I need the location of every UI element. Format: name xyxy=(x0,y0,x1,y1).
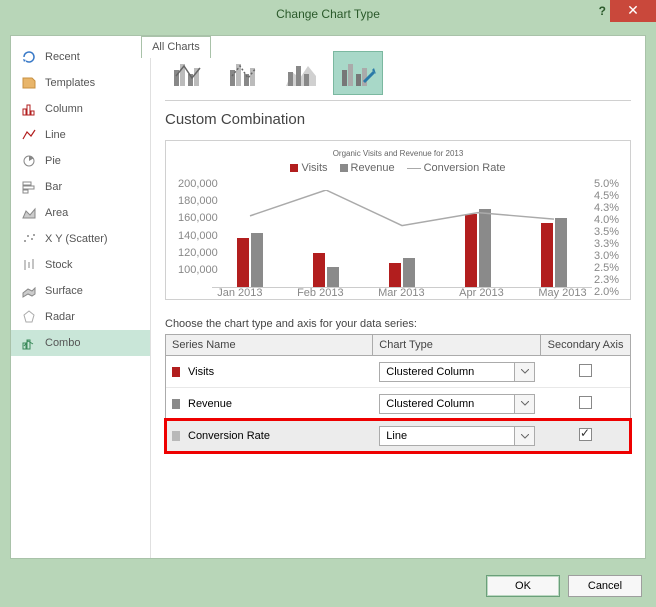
series-swatch xyxy=(172,367,180,377)
main-panel: Custom Combination Organic Visits and Re… xyxy=(151,36,645,558)
radar-icon xyxy=(21,309,37,325)
cancel-button[interactable]: Cancel xyxy=(568,575,642,597)
secondary-axis-checkbox[interactable] xyxy=(579,364,592,377)
series-name-label: Visits xyxy=(188,366,214,378)
sidebar-item-xy[interactable]: X Y (Scatter) xyxy=(11,226,150,252)
area-icon xyxy=(21,205,37,221)
plot-area xyxy=(212,190,592,288)
sidebar-item-stock[interactable]: Stock xyxy=(11,252,150,278)
sidebar-item-combo[interactable]: Combo xyxy=(11,330,150,356)
col-secondary-axis: Secondary Axis xyxy=(541,335,630,355)
series-row-0: Visits Clustered Column xyxy=(166,356,630,388)
series-row-1: Revenue Clustered Column xyxy=(166,388,630,420)
chart-type-dropdown[interactable]: Line xyxy=(379,426,535,446)
subtype-heading: Custom Combination xyxy=(165,111,631,128)
dialog-footer: OK Cancel xyxy=(486,575,642,597)
chevron-down-icon xyxy=(514,363,534,381)
col-series-name: Series Name xyxy=(166,335,373,355)
secondary-axis-checkbox[interactable] xyxy=(579,396,592,409)
bar-icon xyxy=(21,179,37,195)
combo-subtype-custom[interactable] xyxy=(333,51,383,95)
sidebar-item-area[interactable]: Area xyxy=(11,200,150,226)
sidebar-item-line[interactable]: Line xyxy=(11,122,150,148)
preview-legend: Visits Revenue Conversion Rate xyxy=(178,162,618,174)
sidebar-item-pie[interactable]: Pie xyxy=(11,148,150,174)
chevron-down-icon xyxy=(514,427,534,445)
pie-icon xyxy=(21,153,37,169)
preview-title: Organic Visits and Revenue for 2013 xyxy=(178,149,618,158)
series-row-2: Conversion Rate Line xyxy=(166,420,630,452)
series-table: Series Name Chart Type Secondary Axis Vi… xyxy=(165,334,631,453)
templates-icon xyxy=(21,75,37,91)
window-title: Change Chart Type xyxy=(0,7,656,21)
line-icon xyxy=(21,127,37,143)
series-instruction: Choose the chart type and axis for your … xyxy=(165,318,631,330)
stock-icon xyxy=(21,257,37,273)
chart-preview: Organic Visits and Revenue for 2013 Visi… xyxy=(165,140,631,300)
surface-icon xyxy=(21,283,37,299)
sidebar-item-recent[interactable]: Recent xyxy=(11,44,150,70)
subtype-thumbnails xyxy=(165,46,631,101)
secondary-axis-checkbox[interactable] xyxy=(579,428,592,441)
dialog-body: RecentTemplatesColumnLinePieBarAreaX Y (… xyxy=(10,35,646,559)
sidebar-item-templates[interactable]: Templates xyxy=(11,70,150,96)
column-icon xyxy=(21,101,37,117)
xy-icon xyxy=(21,231,37,247)
combo-subtype-2[interactable] xyxy=(221,51,271,95)
chart-category-sidebar: RecentTemplatesColumnLinePieBarAreaX Y (… xyxy=(11,36,151,558)
col-chart-type: Chart Type xyxy=(373,335,541,355)
series-name-label: Conversion Rate xyxy=(188,430,270,442)
help-button[interactable]: ? xyxy=(599,4,606,18)
title-bar: Change Chart Type ? ✕ xyxy=(0,0,656,28)
y-axis-left: 200,000180,000160,000140,000120,000100,0… xyxy=(178,178,210,276)
combo-icon xyxy=(21,335,37,351)
x-axis: Jan 2013Feb 2013Mar 2013Apr 2013May 2013 xyxy=(200,287,604,299)
combo-subtype-3[interactable] xyxy=(277,51,327,95)
sidebar-item-column[interactable]: Column xyxy=(11,96,150,122)
chart-type-dropdown[interactable]: Clustered Column xyxy=(379,362,535,382)
ok-button[interactable]: OK xyxy=(486,575,560,597)
close-button[interactable]: ✕ xyxy=(610,0,656,22)
chevron-down-icon xyxy=(514,395,534,413)
tab-all-charts[interactable]: All Charts xyxy=(141,36,211,58)
series-swatch xyxy=(172,431,180,441)
sidebar-item-bar[interactable]: Bar xyxy=(11,174,150,200)
y-axis-right: 5.0%4.5%4.3%4.0%3.5%3.3%3.0%2.5%2.3%2.0% xyxy=(594,178,618,276)
series-name-label: Revenue xyxy=(188,398,232,410)
sidebar-item-radar[interactable]: Radar xyxy=(11,304,150,330)
recent-icon xyxy=(21,49,37,65)
series-swatch xyxy=(172,399,180,409)
chart-type-dropdown[interactable]: Clustered Column xyxy=(379,394,535,414)
sidebar-item-surface[interactable]: Surface xyxy=(11,278,150,304)
